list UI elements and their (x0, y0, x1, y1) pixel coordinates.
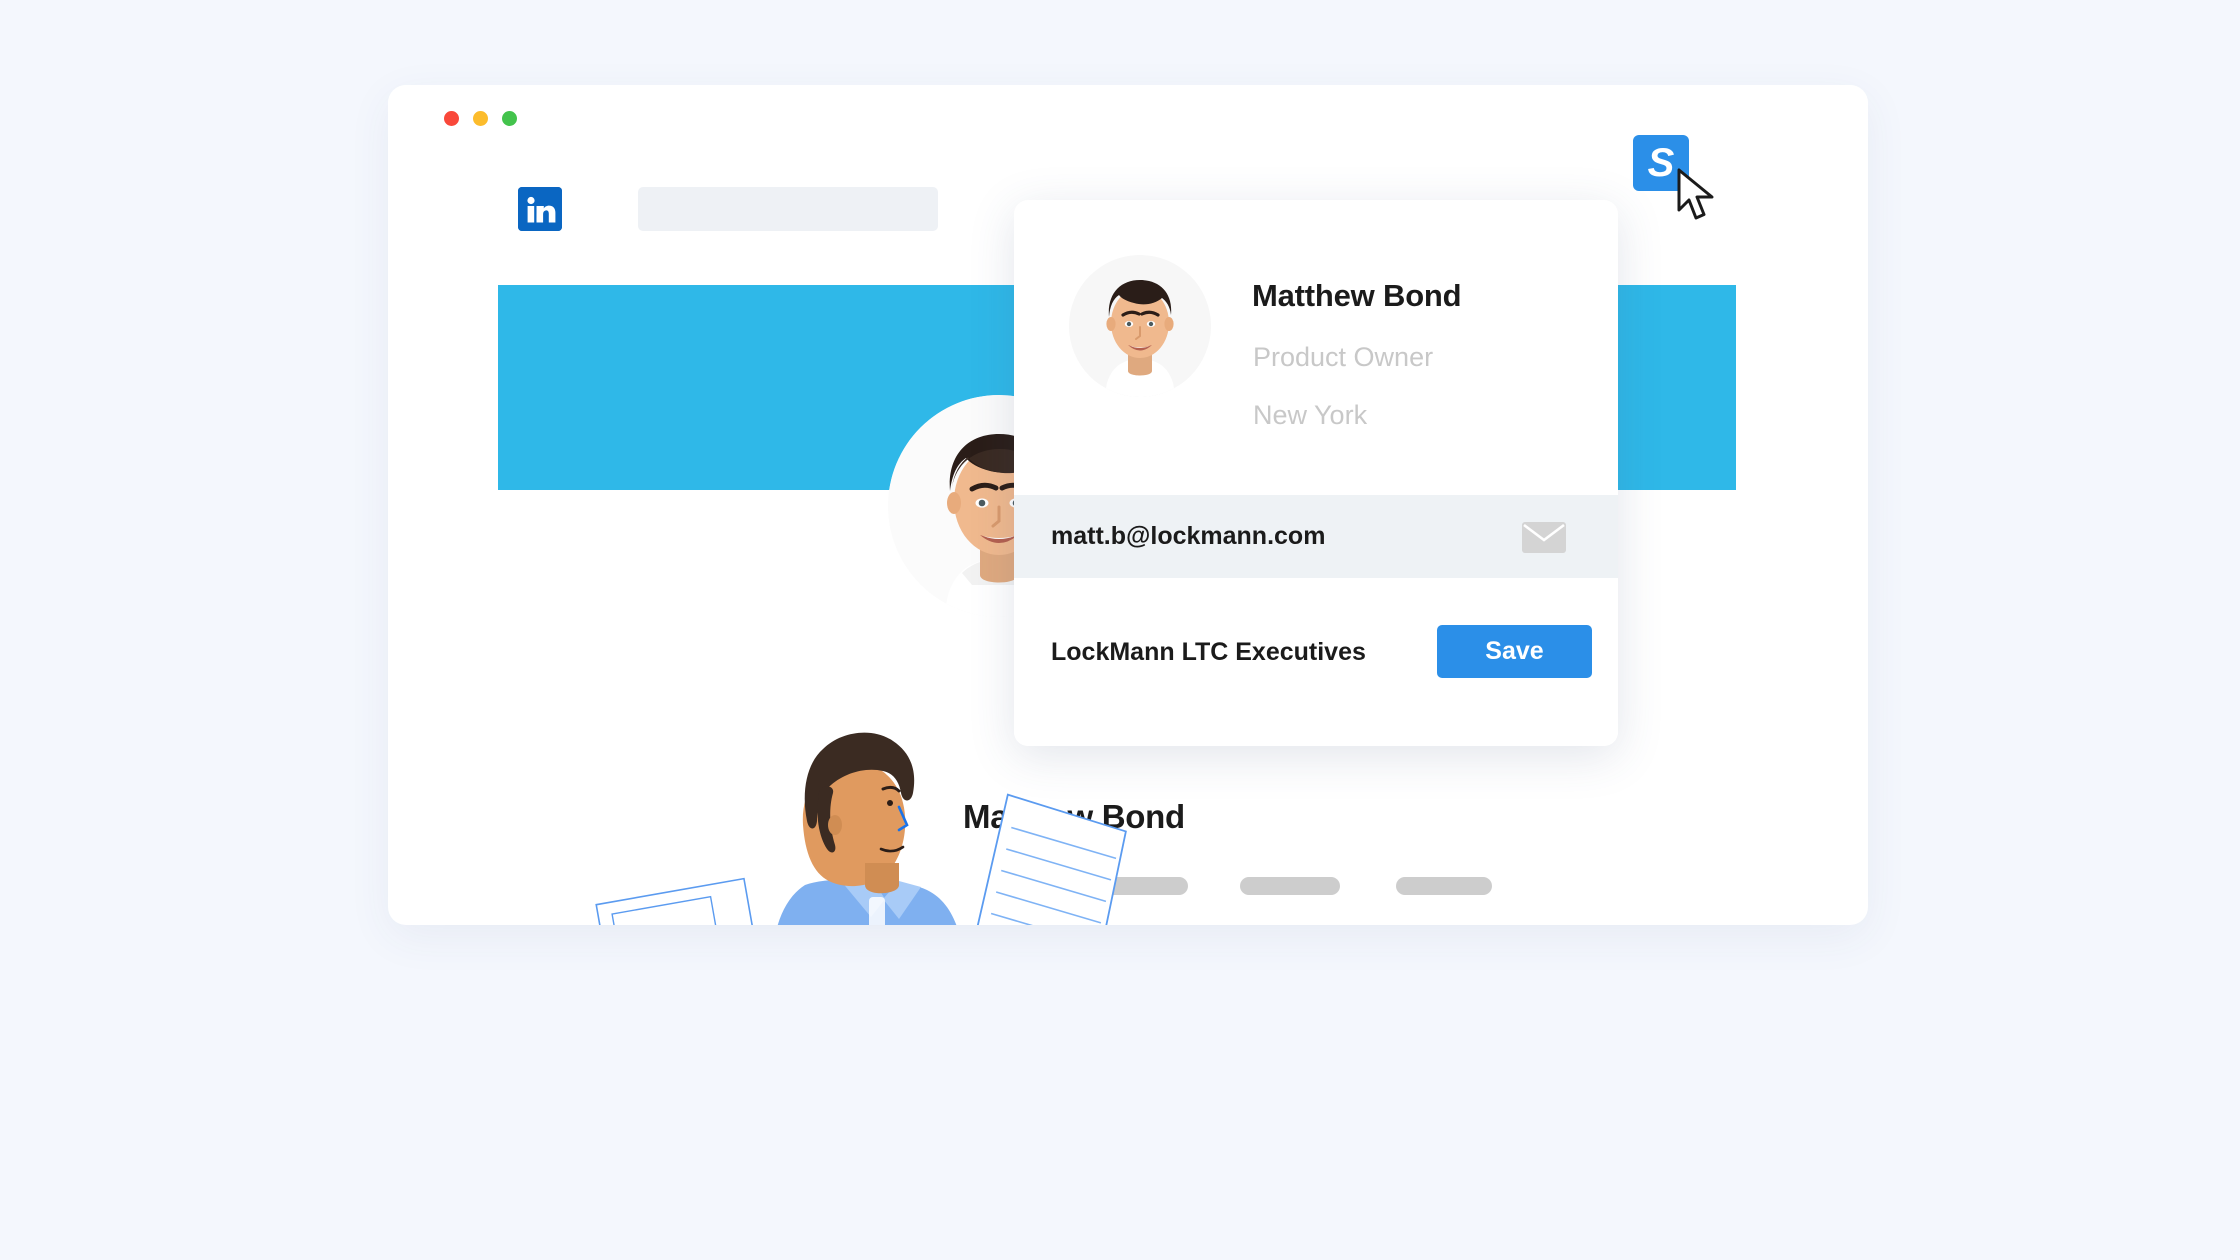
contact-avatar (1069, 255, 1211, 397)
arrow-cursor (1676, 168, 1722, 229)
contact-name: Matthew Bond (1252, 278, 1462, 313)
contact-email-row[interactable]: matt.b@lockmann.com (1014, 495, 1618, 578)
page-root: Matthew Bond e (0, 0, 2240, 1260)
search-input[interactable] (638, 187, 938, 231)
linkedin-logo-icon[interactable] (518, 187, 562, 231)
minimize-window-button[interactable] (473, 111, 488, 126)
popup-footer: LockMann LTC Executives Save (1014, 578, 1618, 746)
contact-role: Product Owner (1253, 342, 1434, 372)
contact-company: LockMann LTC Executives (1051, 638, 1366, 666)
envelope-icon (1522, 522, 1566, 558)
save-button[interactable]: Save (1437, 625, 1592, 678)
maximize-window-button[interactable] (502, 111, 517, 126)
popup-header: Matthew Bond Product Owner New York (1014, 200, 1618, 495)
profile-detail-placeholder (1396, 877, 1492, 895)
contact-finder-popup: Matthew Bond Product Owner New York matt… (1014, 200, 1618, 746)
traffic-lights (444, 111, 517, 126)
close-window-button[interactable] (444, 111, 459, 126)
contact-email: matt.b@lockmann.com (1051, 522, 1326, 550)
contact-location: New York (1253, 400, 1368, 430)
